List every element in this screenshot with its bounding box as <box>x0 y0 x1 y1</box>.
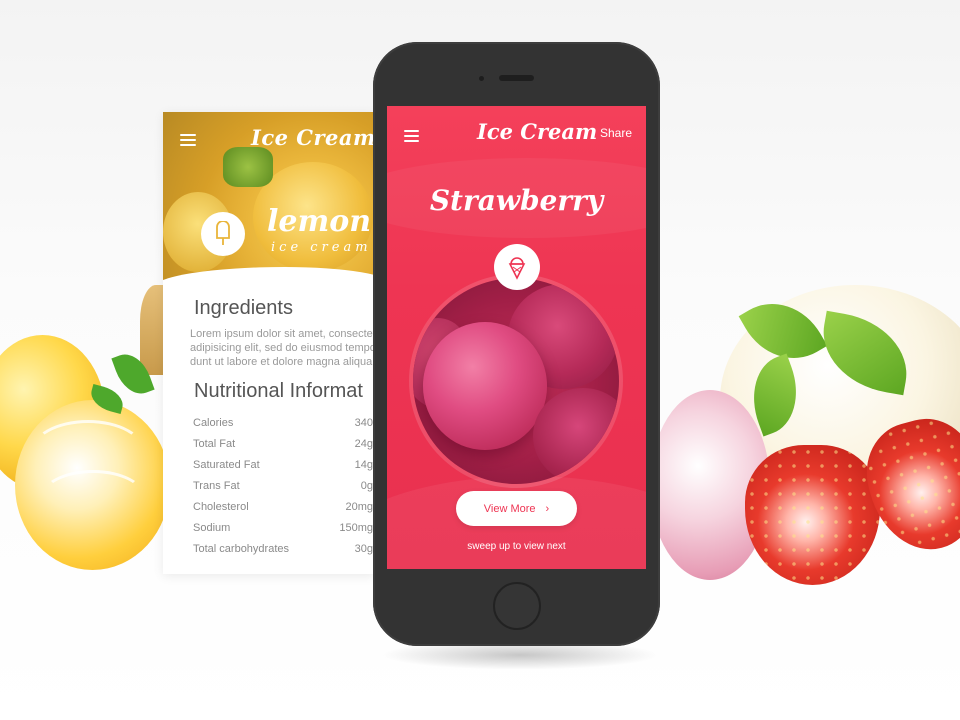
nutrition-row: Calories 340 <box>193 417 373 429</box>
scene: Ice Cream lemon ice cream Ingredients Lo… <box>0 0 960 720</box>
nutrition-heading: Nutritional Informat <box>194 380 363 402</box>
share-button[interactable]: Share <box>600 126 632 140</box>
mint-leaf-decoration <box>223 147 273 187</box>
earpiece-speaker <box>499 75 534 81</box>
home-button[interactable] <box>493 582 541 630</box>
nutrition-row: Trans Fat 0g <box>193 480 373 492</box>
ingredients-text: Lorem ipsum dolor sit amet, consectetur … <box>190 328 375 368</box>
ice-cream-cone-icon <box>508 257 526 280</box>
strawberry-decoration <box>745 445 880 585</box>
menu-icon[interactable] <box>180 134 196 146</box>
nutrition-table: Calories 340 Total Fat 24g Saturated Fat 14… <box>193 417 373 564</box>
app-title: Ice Cream <box>251 125 375 150</box>
nutrition-row: Cholesterol 20mg <box>193 501 373 513</box>
flavor-badge <box>494 244 540 290</box>
flavor-photo <box>413 278 619 484</box>
flavor-subtitle: ice cream <box>271 240 372 255</box>
popsicle-icon <box>216 221 230 245</box>
scoop-texture <box>40 470 146 526</box>
flavor-name: lemon <box>267 204 372 239</box>
menu-icon[interactable] <box>404 130 419 142</box>
ingredients-heading: Ingredients <box>194 297 293 319</box>
nutrition-row: Total Fat 24g <box>193 438 373 450</box>
chevron-right-icon: › <box>545 502 550 515</box>
app-title: Ice Cream <box>477 119 598 144</box>
view-more-button[interactable]: View More › <box>456 491 577 526</box>
phone-device: Ice Cream Share Strawberry View More › s… <box>373 42 660 646</box>
lemon-detail-card: Ice Cream lemon ice cream Ingredients Lo… <box>163 112 375 574</box>
nutrition-row: Saturated Fat 14g <box>193 459 373 471</box>
phone-screen: Ice Cream Share Strawberry View More › s… <box>387 106 646 569</box>
swipe-hint: sweep up to view next <box>467 541 566 552</box>
nutrition-row: Total carbohydrates 30g <box>193 543 373 555</box>
front-camera <box>479 76 484 81</box>
nutrition-row: Sodium 150mg <box>193 522 373 534</box>
flavor-badge <box>201 212 245 256</box>
flavor-title: Strawberry <box>429 184 604 217</box>
